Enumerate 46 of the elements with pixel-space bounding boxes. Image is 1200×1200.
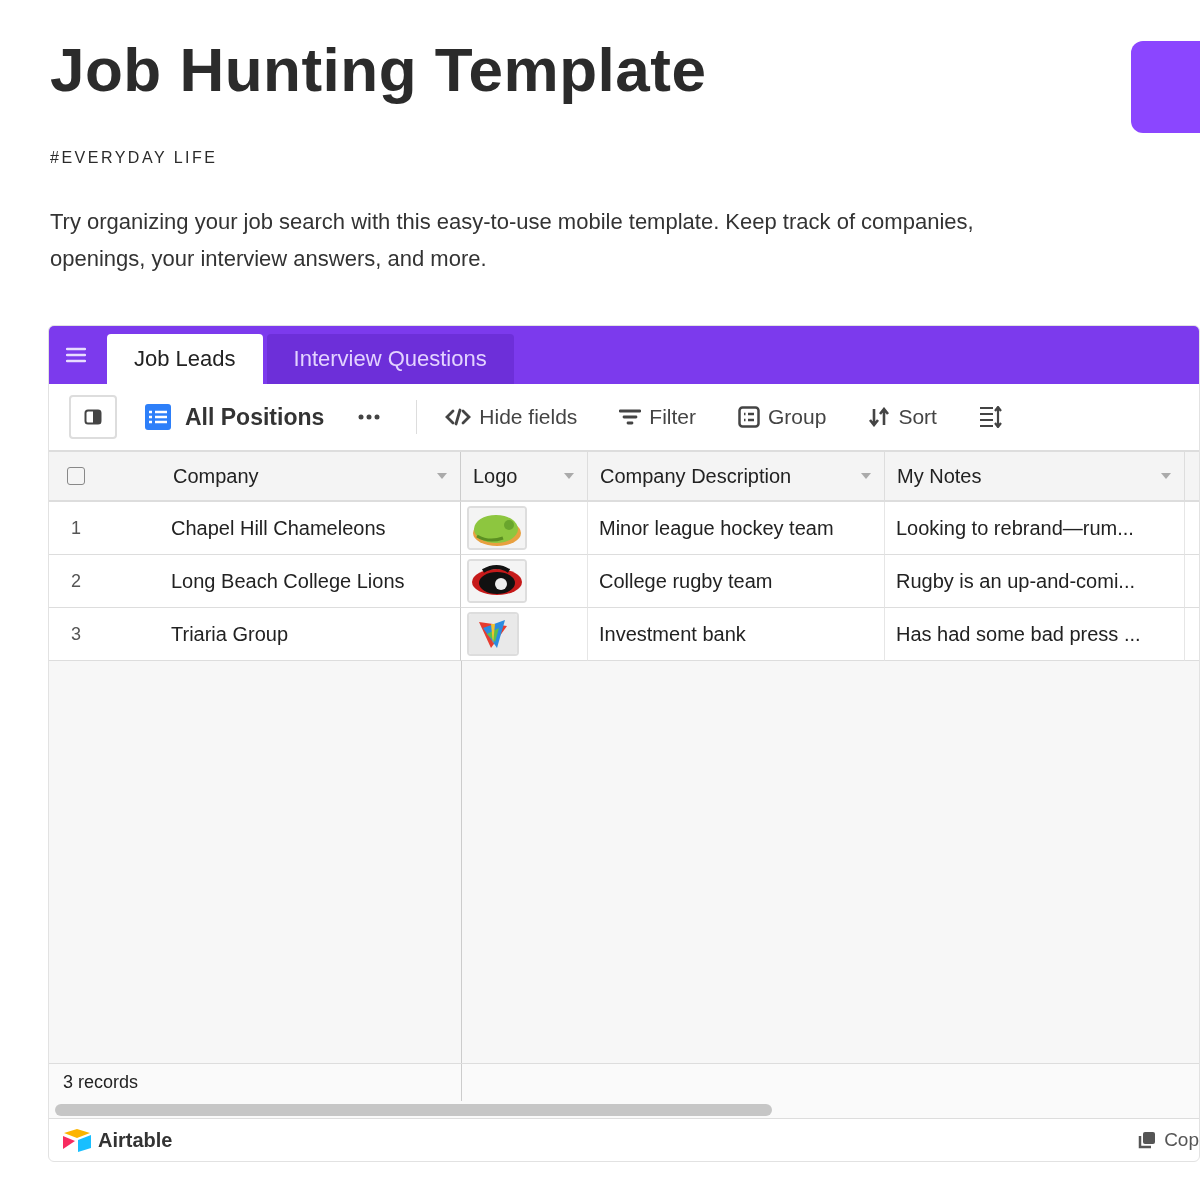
page-title: Job Hunting Template xyxy=(50,34,707,106)
column-header[interactable]: Company Description xyxy=(588,452,885,502)
scrollbar-thumb[interactable] xyxy=(55,1103,772,1116)
table-cell: Chapel Hill Chameleons xyxy=(171,516,386,540)
menu-icon[interactable] xyxy=(66,347,86,363)
grid-view-icon xyxy=(145,404,171,430)
hide-icon xyxy=(445,408,472,426)
logo-icon xyxy=(62,1128,92,1152)
table-cell: Has had some bad press ... xyxy=(896,622,1141,646)
caret-icon[interactable] xyxy=(1160,472,1172,480)
caret-icon[interactable] xyxy=(563,472,575,480)
table-cell: Triaria Group xyxy=(171,622,289,646)
sidebar-toggle-button[interactable] xyxy=(69,395,117,439)
group-button[interactable]: Group xyxy=(738,405,827,429)
tab[interactable]: Job Leads xyxy=(107,334,263,384)
view-name[interactable]: All Positions xyxy=(185,403,325,431)
column-header[interactable]: My Notes xyxy=(885,452,1185,502)
row-number: 2 xyxy=(71,570,82,592)
copy-link[interactable]: Cop xyxy=(1138,1129,1199,1151)
description-text: Try organizing your job search with this easy-to-use mobile template. Keep track of companies, openings, your interview answers, and more. xyxy=(50,208,975,273)
sort-icon xyxy=(868,407,891,427)
caret-icon[interactable] xyxy=(436,472,448,480)
more-icon[interactable] xyxy=(358,414,381,420)
filter-icon xyxy=(619,408,642,426)
row-number: 1 xyxy=(71,517,82,539)
table-cell: College rugby team xyxy=(599,569,773,593)
copy-icon xyxy=(1138,1131,1157,1149)
row-number: 3 xyxy=(71,623,82,645)
filter-button[interactable]: Filter xyxy=(619,405,697,429)
column-header[interactable]: Logo xyxy=(461,452,588,502)
column-header[interactable]: Company xyxy=(49,452,461,502)
hide-button[interactable]: Hide fields xyxy=(445,405,578,429)
brand-name[interactable]: Airtable xyxy=(98,1128,173,1152)
table-cell: Investment bank xyxy=(599,622,746,646)
group-icon xyxy=(738,406,761,428)
checkbox[interactable] xyxy=(67,467,85,485)
table-cell: Rugby is an up-and-comi... xyxy=(896,569,1135,593)
tab[interactable]: Interview Questions xyxy=(266,334,514,384)
caret-icon[interactable] xyxy=(860,472,872,480)
table-cell: Looking to rebrand—rum... xyxy=(896,516,1134,540)
table-cell: Long Beach College Lions xyxy=(171,569,405,593)
category-tag: #EVERYDAY LIFE xyxy=(50,149,1200,167)
sidebar-icon xyxy=(84,409,102,425)
table-cell: Minor league hockey team xyxy=(599,516,834,540)
row-height-icon[interactable] xyxy=(978,406,1003,428)
sort-button[interactable]: Sort xyxy=(868,405,937,429)
